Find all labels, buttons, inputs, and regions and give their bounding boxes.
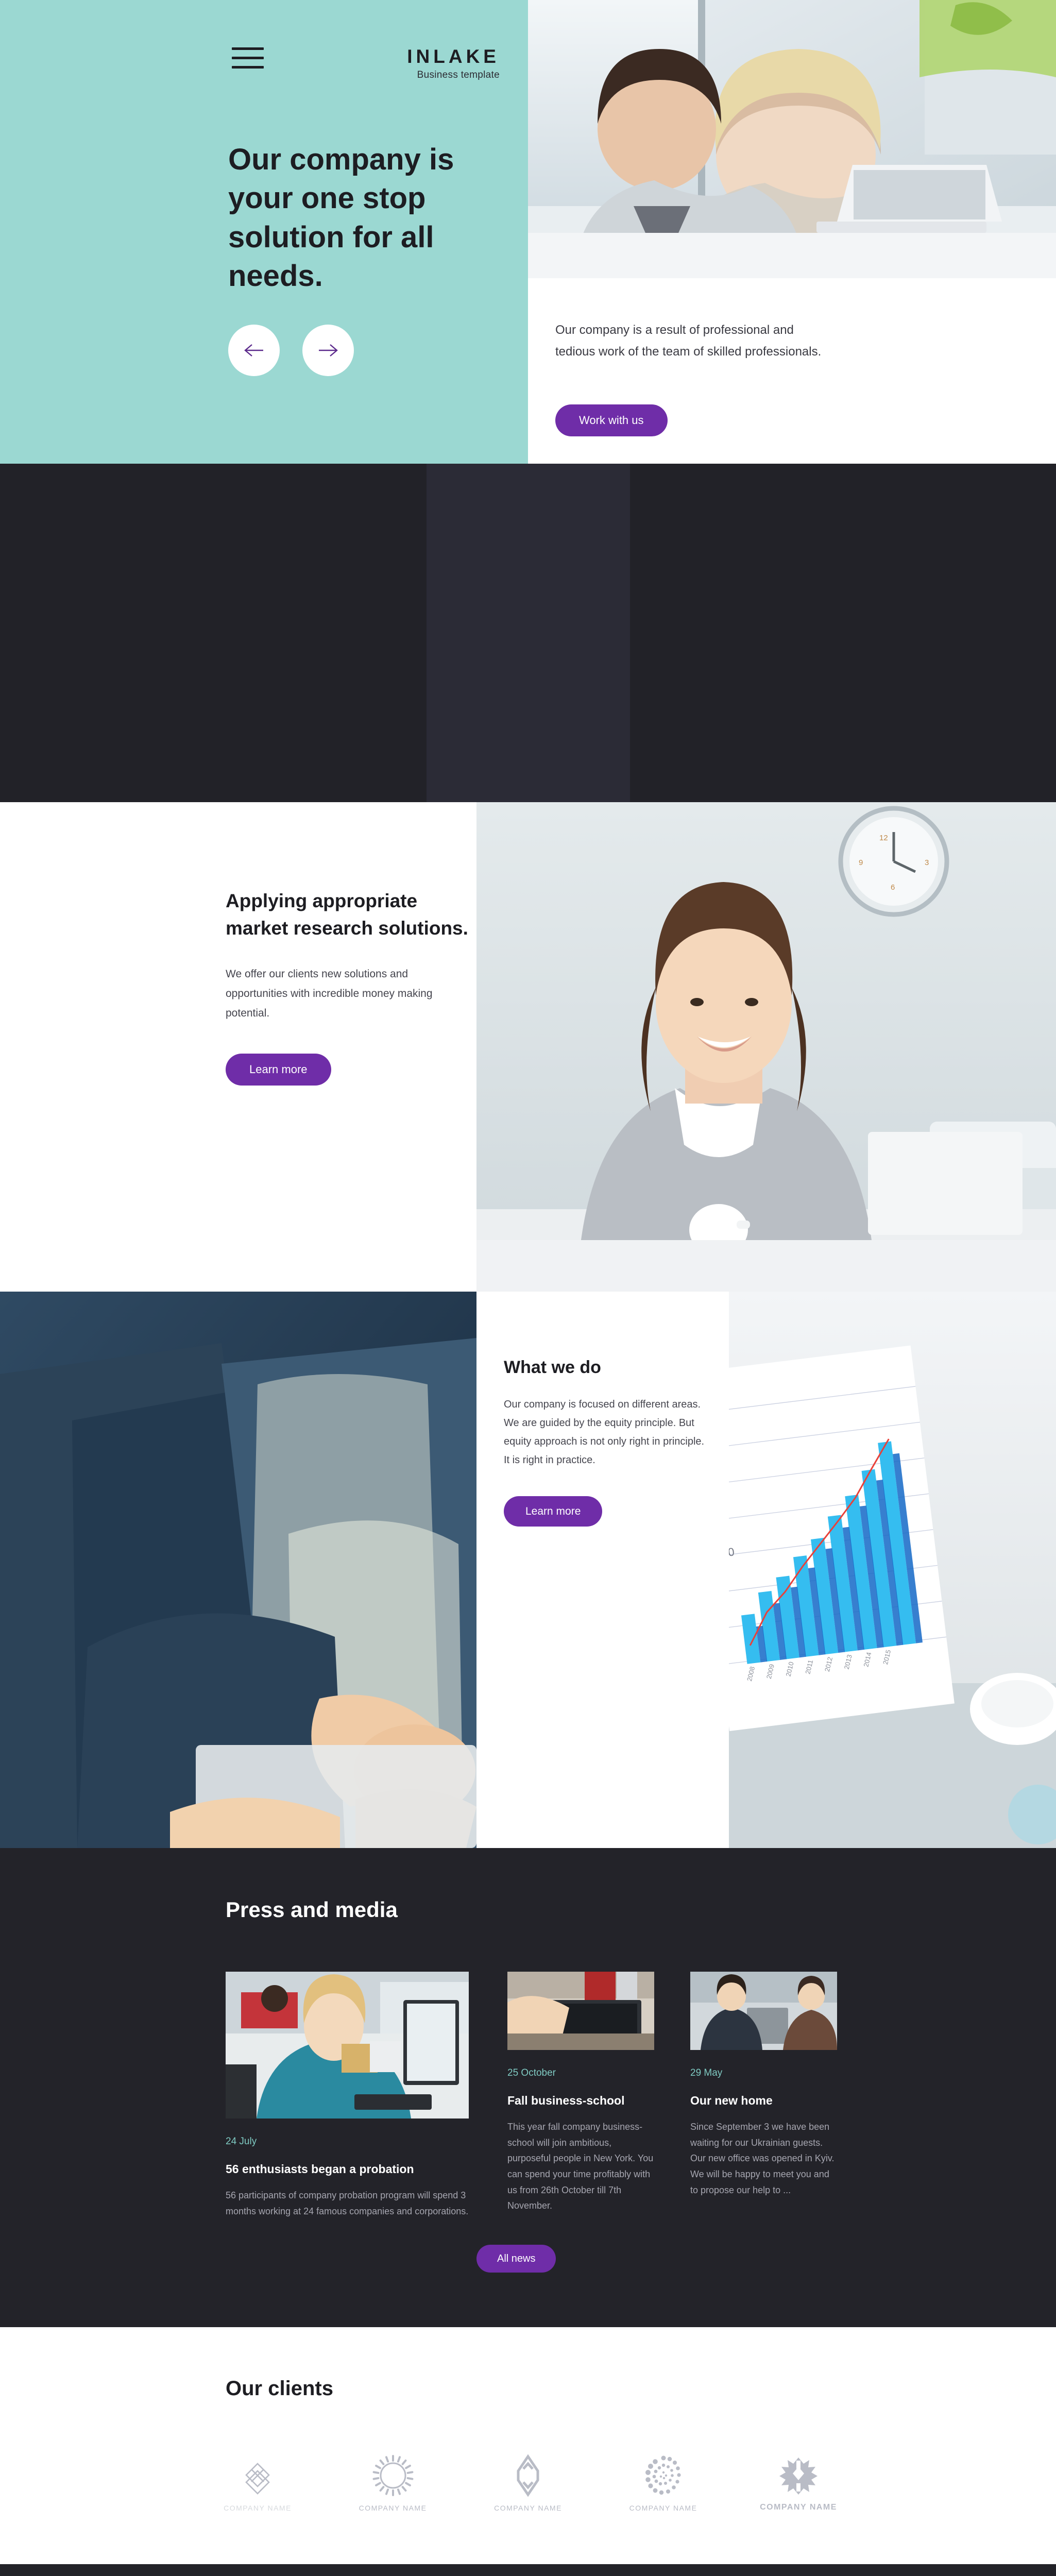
all-news-wrapper: All news (476, 2245, 556, 2273)
arrow-right-icon (319, 344, 338, 357)
menu-icon-bar (232, 66, 264, 69)
footer: INLAKE Business template Tube (0, 2564, 1056, 2576)
svg-text:3: 3 (925, 858, 929, 867)
client-logo[interactable]: COMPANY NAME (607, 2453, 720, 2512)
landing-page: INLAKE Business template Our company is … (0, 0, 1056, 2576)
client-logo[interactable]: COMPANY NAME (336, 2453, 450, 2512)
press-title: Fall business-school (507, 2094, 625, 2107)
press-excerpt: 56 participants of company probation pro… (226, 2190, 469, 2216)
features-section: 1 Growth and change Grow while reducing … (0, 464, 1056, 1182)
client-logo[interactable]: COMPANY NAME (471, 2453, 585, 2512)
press-heading: Press and media (226, 1897, 398, 1922)
feature-column-3: 3 Our company is the international netwo… (630, 464, 1056, 1144)
client-logo[interactable]: COMPANY NAME (201, 2460, 314, 2512)
menu-icon-bar (232, 47, 264, 50)
what-we-do-title: What we do (504, 1358, 601, 1377)
what-we-do-learn-more-button[interactable]: Learn more (504, 1496, 603, 1527)
press-and-media-section: Press and media 24 July 56 enthusiasts b… (0, 1848, 1056, 2327)
all-news-button[interactable]: All news (476, 2245, 556, 2273)
press-excerpt: Since September 3 we have been waiting f… (690, 2122, 834, 2195)
press-thumbnail (226, 1972, 469, 2119)
market-research-section: 12 3 6 9 Applying appropriate market res… (0, 802, 1056, 1292)
client-name: COMPANY NAME (494, 2504, 562, 2512)
client-name: COMPANY NAME (359, 2504, 427, 2512)
hero-slider-controls (228, 325, 354, 376)
hero-photo (528, 0, 1056, 278)
svg-text:9: 9 (859, 858, 863, 867)
knot-logo-icon (245, 2463, 270, 2495)
feature-column-2: 2 Contribute to the prosperity of the co… (427, 464, 630, 1182)
work-with-us-button[interactable]: Work with us (555, 404, 668, 436)
slider-prev-button[interactable] (228, 325, 280, 376)
feature-column-1: 1 Growth and change Grow while reducing … (0, 464, 427, 1159)
press-thumbnail (690, 1972, 837, 2050)
menu-icon[interactable] (232, 47, 264, 70)
press-date: 24 July (226, 2136, 257, 2147)
svg-text:6: 6 (891, 883, 895, 892)
menu-icon-bar (232, 57, 264, 59)
press-date: 29 May (690, 2067, 723, 2078)
press-thumbnail (507, 1972, 654, 2050)
what-we-do-section: 200 2008 2009 2010 2011 2012 2013 2014 2… (0, 1292, 1056, 1848)
research-title: Applying appropriate market research sol… (226, 890, 468, 939)
svg-text:12: 12 (879, 834, 888, 842)
research-learn-more-button[interactable]: Learn more (226, 1054, 331, 1086)
chart-document-photo: 200 2008 2009 2010 2011 2012 2013 2014 2… (729, 1292, 1056, 1848)
top-bar: INLAKE Business template (0, 0, 528, 80)
client-name: COMPANY NAME (629, 2504, 697, 2512)
what-we-do-copy: What we do Our company is focused on dif… (504, 1358, 710, 1527)
hero-section: INLAKE Business template Our company is … (0, 0, 1056, 464)
client-logo-row: COMPANY NAME COMPANY NAME COMPANY NAME C… (201, 2453, 855, 2512)
logo-name: INLAKE (407, 46, 500, 67)
clients-heading: Our clients (226, 2377, 333, 2400)
what-we-do-text: Our company is focused on different area… (504, 1399, 705, 1466)
press-excerpt: This year fall company business-school w… (507, 2122, 654, 2211)
logo-tagline: Business template (417, 69, 500, 80)
press-card[interactable]: 25 October Fall business-school This yea… (507, 1972, 654, 2214)
clients-section: Our clients COMPANY NAME COMPANY NAME CO… (0, 2327, 1056, 2564)
press-title: 56 enthusiasts began a probation (226, 2162, 414, 2176)
research-text: We offer our clients new solutions and o… (226, 968, 433, 1019)
press-card[interactable]: 29 May Our new home Since September 3 we… (690, 1972, 837, 2198)
client-name: COMPANY NAME (224, 2504, 292, 2512)
hero-paragraph: Our company is a result of professional … (555, 323, 822, 359)
logo[interactable]: INLAKE Business template (407, 46, 500, 81)
starburst-logo-icon (779, 2458, 817, 2495)
client-logo[interactable]: COMPANY NAME (742, 2455, 855, 2512)
press-title: Our new home (690, 2094, 773, 2107)
dotted-spiral-logo-icon (645, 2455, 681, 2495)
hero-title: Our company is your one stop solution fo… (228, 143, 454, 293)
businesswoman-photo: 12 3 6 9 (476, 802, 1056, 1292)
press-card[interactable]: 24 July 56 enthusiasts began a probation… (226, 1972, 469, 2219)
arrow-left-icon (244, 344, 263, 357)
slider-next-button[interactable] (302, 325, 354, 376)
sunburst-ring-logo-icon (372, 2455, 413, 2496)
client-name: COMPANY NAME (760, 2503, 837, 2512)
hands-tablet-photo (0, 1292, 476, 1848)
diamond-outline-logo-icon (517, 2454, 539, 2497)
press-date: 25 October (507, 2067, 556, 2078)
research-copy: Applying appropriate market research sol… (226, 888, 481, 1086)
